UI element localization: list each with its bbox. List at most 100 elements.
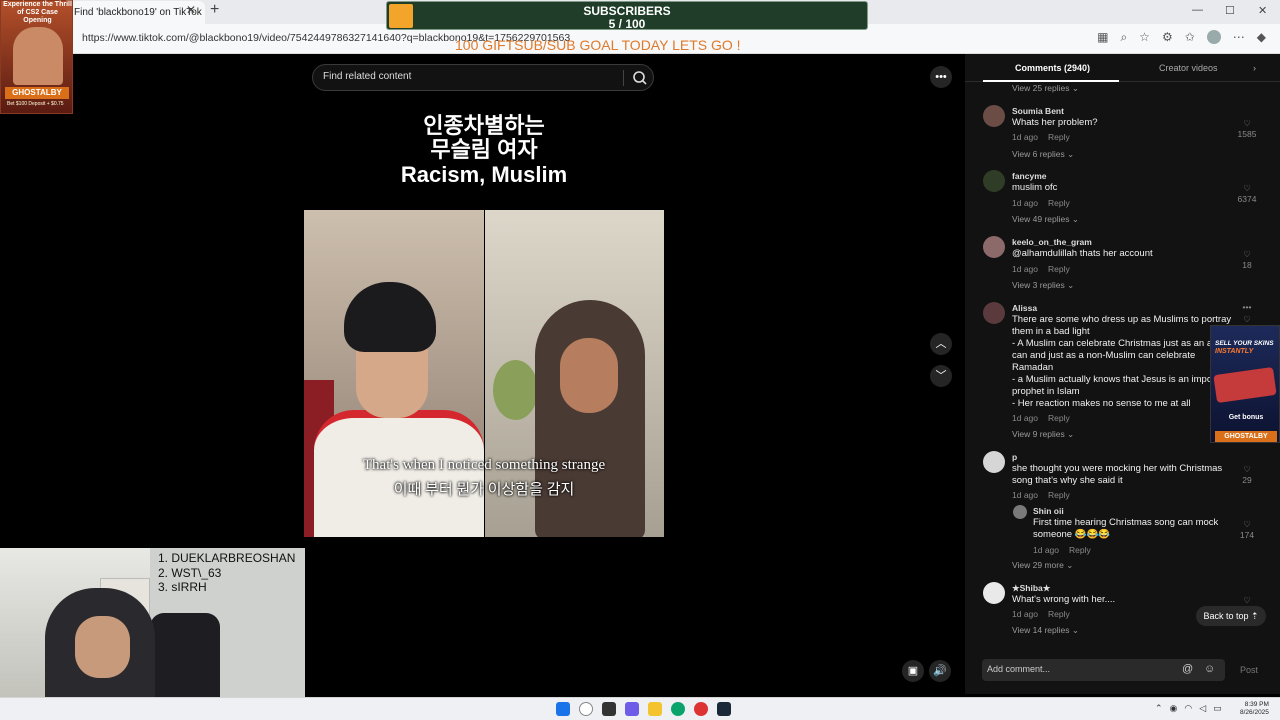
more-options-icon[interactable]: ••• (930, 66, 952, 88)
browser-tab[interactable]: Find 'blackbono19' on TikTok (70, 1, 205, 24)
comment-meta: 1d ago Reply (1012, 264, 1070, 274)
network-icon[interactable]: ◉ (1170, 703, 1178, 714)
back-to-top-button[interactable]: Back to top ⇡ (1196, 606, 1266, 626)
view-replies[interactable]: View 6 replies ⌄ (1012, 149, 1074, 160)
copilot-icon[interactable]: ◆ (1257, 30, 1266, 45)
view-replies-label: View 49 replies (1012, 214, 1070, 224)
comment-username[interactable]: fancyme (1012, 171, 1047, 181)
comment-time: 1d ago (1012, 132, 1038, 142)
view-replies[interactable]: View 3 replies ⌄ (1012, 280, 1074, 291)
tray-chevron-icon[interactable]: ⌃ (1155, 703, 1163, 714)
view-replies-label: View 29 more (1012, 560, 1064, 570)
avatar[interactable] (983, 170, 1005, 192)
promo-badge: GHOSTALBY (5, 87, 69, 99)
avatar[interactable] (983, 302, 1005, 324)
comment-time: 1d ago (1012, 413, 1038, 423)
view-replies[interactable]: View 29 more ⌄ (1012, 560, 1073, 571)
back-to-top-label: Back to top (1203, 611, 1249, 621)
battery-icon[interactable]: ▭ (1213, 703, 1222, 714)
speaker-icon[interactable]: ◁ (1199, 703, 1206, 714)
add-comment-box: @ ☺ (982, 659, 1225, 681)
wifi-icon[interactable]: ◠ (1184, 703, 1192, 714)
avatar[interactable] (1013, 505, 1027, 519)
search-taskbar-icon[interactable] (579, 702, 593, 716)
gifter-leaderboard: 1. DUEKLARBREOSHAN 2. WST\_63 3. sIRRH (158, 551, 295, 595)
reply-button[interactable]: Reply (1048, 490, 1070, 500)
taskbar: ⌃ ◉ ◠ ◁ ▭ 8:39 PM 8/26/2025 (0, 697, 1280, 720)
tab-comments[interactable]: Comments (2940) (1015, 63, 1090, 73)
like-button[interactable]: ♡ 174 (1232, 519, 1262, 540)
bookmark-star-icon[interactable]: ☆ (1139, 30, 1150, 45)
pip-icon[interactable]: ▣ (902, 660, 924, 682)
comment-text: What's wrong with her.... (1012, 594, 1116, 605)
comment-time: 1d ago (1033, 545, 1059, 555)
like-button[interactable]: ♡ 18 (1232, 249, 1262, 270)
extension-icon[interactable]: ⚙ (1162, 30, 1173, 45)
comment-username[interactable]: Shin oii (1033, 506, 1064, 516)
ad-badge: GHOSTALBY (1215, 431, 1277, 442)
volume-icon[interactable]: 🔊 (929, 660, 951, 682)
promo-tag: Bet $100 Deposit + $0.75 (7, 101, 64, 107)
more-menu-icon[interactable]: ⋯ (1233, 30, 1245, 45)
reply-button[interactable]: Reply (1048, 413, 1070, 423)
like-button[interactable]: ♡ (1232, 595, 1262, 606)
comment-username[interactable]: ★Shiba★ (1012, 583, 1050, 594)
add-comment-input[interactable] (987, 664, 1167, 674)
view-replies[interactable]: View 9 replies ⌄ (1012, 429, 1074, 440)
search-input[interactable] (323, 71, 603, 82)
clock[interactable]: 8:39 PM 8/26/2025 (1240, 701, 1269, 717)
previous-video-icon[interactable]: ︿ (930, 333, 952, 355)
favorites-icon[interactable]: ✩ (1185, 30, 1195, 45)
like-button[interactable]: ♡ 29 (1232, 464, 1262, 485)
avatar[interactable] (983, 236, 1005, 258)
view-replies[interactable]: View 25 replies ⌄ (1012, 83, 1079, 94)
subscriber-count: 5 / 100 (608, 17, 646, 31)
comment-username[interactable]: keelo_on_the_gram (1012, 237, 1092, 247)
reply-button[interactable]: Reply (1069, 545, 1091, 555)
close-window-icon[interactable]: ✕ (1258, 4, 1267, 17)
like-count: 1585 (1237, 129, 1257, 139)
tab-close-icon[interactable]: ✕ (186, 3, 196, 17)
comment-more-icon[interactable]: ••• (1232, 302, 1262, 312)
minimize-icon[interactable]: — (1192, 4, 1203, 16)
file-explorer-icon[interactable] (648, 702, 662, 716)
copilot-taskbar-icon[interactable] (625, 702, 639, 716)
avatar[interactable] (983, 105, 1005, 127)
clock-date: 8/26/2025 (1240, 709, 1269, 716)
avatar[interactable] (983, 582, 1005, 604)
tab-creator-videos[interactable]: Creator videos (1159, 63, 1218, 73)
like-button[interactable]: ♡ (1232, 314, 1262, 325)
view-replies[interactable]: View 14 replies ⌄ (1012, 625, 1079, 636)
chrome-icon[interactable] (694, 702, 708, 716)
like-button[interactable]: ♡ 1585 (1232, 118, 1262, 139)
streamer-face (75, 616, 130, 678)
reply-button[interactable]: Reply (1048, 132, 1070, 142)
steam-icon[interactable] (717, 702, 731, 716)
comment-username[interactable]: Soumia Bent (1012, 106, 1064, 116)
edge-icon[interactable] (671, 702, 685, 716)
apps-icon[interactable]: ▦ (1097, 30, 1108, 45)
reply-button[interactable]: Reply (1048, 609, 1070, 619)
post-button[interactable]: Post (1240, 665, 1258, 675)
tab-scroll-right-icon[interactable]: › (1253, 63, 1256, 73)
profile-avatar[interactable] (1206, 30, 1221, 44)
reply-button[interactable]: Reply (1048, 264, 1070, 274)
comment-username[interactable]: Alissa (1012, 303, 1037, 313)
maximize-icon[interactable]: ☐ (1225, 4, 1235, 17)
zoom-icon[interactable]: ⌕ (1120, 30, 1127, 45)
view-replies[interactable]: View 49 replies ⌄ (1012, 214, 1079, 225)
search-divider (623, 70, 624, 86)
new-tab-icon[interactable]: + (210, 1, 219, 19)
like-button[interactable]: ♡ 6374 (1232, 183, 1262, 204)
goal-banner: 100 GIFTSUB/SUB GOAL TODAY LETS GO ! (455, 37, 741, 53)
task-view-icon[interactable] (602, 702, 616, 716)
avatar[interactable] (983, 451, 1005, 473)
reply-button[interactable]: Reply (1048, 198, 1070, 208)
next-video-icon[interactable]: ﹀ (930, 365, 952, 387)
comment-username[interactable]: p (1012, 452, 1017, 462)
like-count: 29 (1242, 475, 1252, 485)
search-icon[interactable] (631, 69, 649, 87)
start-icon[interactable] (556, 702, 570, 716)
mention-icon[interactable]: @ (1182, 663, 1193, 675)
emoji-icon[interactable]: ☺ (1204, 663, 1215, 675)
